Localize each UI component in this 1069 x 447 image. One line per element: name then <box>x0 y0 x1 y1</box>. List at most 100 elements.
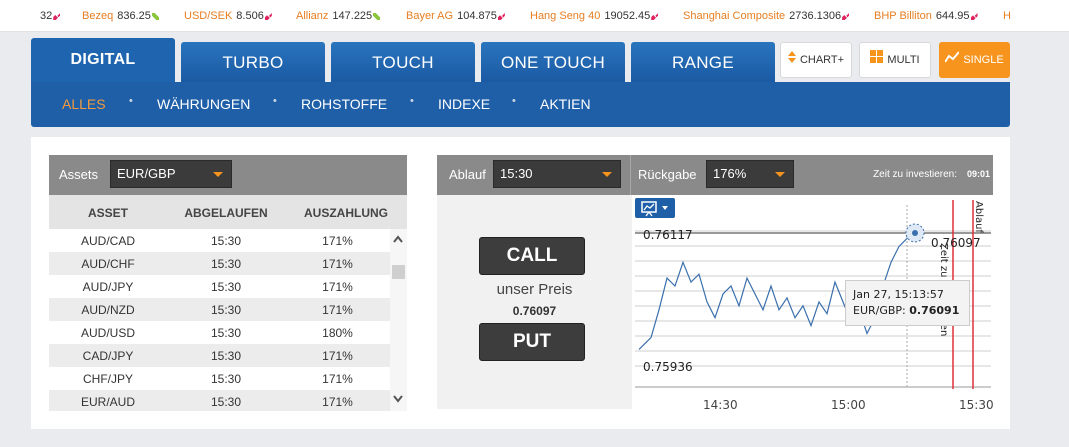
return-select[interactable]: 176% <box>706 160 794 188</box>
x-tick-label: 15:00 <box>831 398 866 411</box>
asset-expiry: 15:30 <box>210 349 242 363</box>
asset-expiry: 15:30 <box>210 326 242 340</box>
asset-payout: 171% <box>322 257 353 271</box>
ticker-name: Bezeq <box>82 10 114 22</box>
trend-line-icon <box>944 43 961 77</box>
asset-row[interactable]: CAD/JPY 15:30 171% <box>49 344 390 367</box>
asset-row[interactable]: CHF/JPY 15:30 171% <box>49 367 390 390</box>
assets-label: Assets <box>59 167 99 182</box>
return-select-value: 176% <box>713 166 747 181</box>
ticker-name: H <box>1003 10 1011 22</box>
asset-select-value: EUR/GBP <box>117 166 176 181</box>
asset-name: CHF/JPY <box>82 372 133 386</box>
ticker-name: Hang Seng 40 <box>530 10 601 22</box>
assets-table-body: EUR/AUD 15:30 171% CHF/JPY 15:30 171% CAD/JPY 1… <box>49 229 407 411</box>
category-waehrungen[interactable]: WÄHRUNGEN <box>157 96 250 112</box>
ticker-value: 32 <box>40 10 53 22</box>
tab-digital[interactable]: DIGITAL <box>31 38 175 82</box>
ticker-item[interactable]: 32 <box>40 10 61 22</box>
asset-expiry: 15:30 <box>210 372 242 386</box>
arrow-down-icon <box>497 13 505 20</box>
separator-dot: • <box>410 95 414 107</box>
ticker-item[interactable]: Bayer AG 104.875 <box>406 10 505 22</box>
ticker-value: 644.95 <box>935 10 970 22</box>
expiry-select[interactable]: 15:30 <box>493 160 621 188</box>
ticker-item[interactable]: Allianz 147.225 <box>296 10 381 22</box>
category-alles[interactable]: ALLES <box>62 96 106 112</box>
column-auszahlung: AUSZAHLUNG <box>304 206 388 220</box>
separator-dot: • <box>129 95 133 107</box>
arrow-down-icon <box>970 13 978 20</box>
x-tick-label: 14:30 <box>703 398 738 411</box>
asset-name: AUD/USD <box>80 326 135 340</box>
asset-row[interactable]: AUD/USD 15:30 180% <box>49 321 390 344</box>
asset-category-nav: ALLES • WÄHRUNGEN • ROHSTOFFE • INDEXE •… <box>31 82 1010 127</box>
multi-view-button[interactable]: MULTI <box>859 42 931 78</box>
asset-row[interactable]: EUR/AUD 15:30 171% <box>49 390 390 411</box>
category-indexe[interactable]: INDEXE <box>438 96 490 112</box>
trade-header: Ablauf 15:30 Rückgabe 176% Zeit zu inves… <box>437 155 993 195</box>
y-label-bottom: 0.75936 <box>643 360 693 374</box>
ticker-item[interactable]: Shanghai Composite 2736.1306 <box>683 10 850 22</box>
ticker-value: 19052.45 <box>604 10 651 22</box>
assets-scrollbar[interactable] <box>390 229 407 411</box>
ticker-name: Shanghai Composite <box>683 10 786 22</box>
ticker-value: 2736.1306 <box>789 10 842 22</box>
price-ticker: 32 Bezeq 836.25 USD/SEK 8.506 Allianz 147.225 B… <box>0 0 1069 32</box>
arrow-down-icon <box>842 13 850 20</box>
asset-row[interactable]: AUD/JPY 15:30 171% <box>49 275 390 298</box>
asset-select[interactable]: EUR/GBP <box>110 160 232 188</box>
put-button[interactable]: PUT <box>479 323 585 361</box>
ticker-item[interactable]: USD/SEK 8.506 <box>184 10 272 22</box>
ticker-value: 147.225 <box>332 10 373 22</box>
category-rohstoffe[interactable]: ROHSTOFFE <box>301 96 387 112</box>
header-divider <box>630 155 631 195</box>
sort-arrows-icon <box>787 43 796 77</box>
asset-row[interactable]: AUD/CHF 15:30 171% <box>49 252 390 275</box>
asset-expiry: 15:30 <box>210 257 242 271</box>
arrow-down-icon <box>53 13 61 20</box>
ticker-item[interactable]: Bezeq 836.25 <box>82 10 159 22</box>
assets-header: Assets EUR/GBP <box>49 155 407 195</box>
call-button[interactable]: CALL <box>479 237 585 275</box>
option-type-tabs: DIGITAL TURBO TOUCH UP/DOWN ONE TOUCH RA… <box>31 38 1010 114</box>
ticker-item[interactable]: BHP Billiton 644.95 <box>874 10 978 22</box>
current-point-marker <box>912 230 918 236</box>
order-box: CALL unser Preis 0.76097 PUT <box>437 195 632 409</box>
asset-row[interactable]: AUD/NZD 15:30 171% <box>49 298 390 321</box>
y-label-top: 0.76117 <box>643 228 693 242</box>
category-aktien[interactable]: AKTIEN <box>540 96 591 112</box>
scrollbar-thumb[interactable] <box>392 265 405 279</box>
tab-touch-up-down[interactable]: TOUCH UP/DOWN <box>331 42 475 114</box>
separator-dot: • <box>273 95 277 107</box>
expiry-select-value: 15:30 <box>500 166 533 181</box>
ticker-item[interactable]: H <box>1003 10 1015 22</box>
chevron-down-icon <box>775 172 785 177</box>
tooltip-time: Jan 27, 15:13:57 <box>853 288 944 301</box>
asset-payout: 171% <box>322 234 353 248</box>
invest-time-value: 09:01 <box>966 169 990 179</box>
tab-range[interactable]: RANGE <box>631 42 775 82</box>
asset-expiry: 15:30 <box>210 395 242 409</box>
tooltip-pair: EUR/GBP: <box>853 304 906 317</box>
asset-name: EUR/AUD <box>80 395 135 409</box>
arrow-down-icon <box>651 13 659 20</box>
assets-table-header: ASSET ABGELAUFEN AUSZAHLUNG <box>49 195 407 229</box>
assets-panel: Assets EUR/GBP ASSET ABGELAUFEN AUSZAHLU… <box>49 155 407 411</box>
scroll-up-icon[interactable] <box>393 233 403 243</box>
tooltip-value: 0.76091 <box>909 304 960 317</box>
ticker-item[interactable]: Hang Seng 40 19052.45 <box>530 10 659 22</box>
asset-row[interactable]: AUD/CAD 15:30 171% <box>49 229 390 252</box>
scroll-down-icon[interactable] <box>393 393 403 403</box>
single-view-button[interactable]: SINGLE <box>939 42 1010 78</box>
asset-payout: 171% <box>322 280 353 294</box>
asset-name: AUD/CHF <box>81 257 135 271</box>
asset-name: AUD/CAD <box>80 234 135 248</box>
tab-turbo[interactable]: TURBO <box>181 42 325 82</box>
arrow-down-icon <box>264 13 272 20</box>
grid-icon <box>870 43 884 77</box>
chart-plus-button[interactable]: CHART+ <box>780 42 852 78</box>
chevron-down-icon <box>602 172 612 177</box>
tab-one-touch[interactable]: ONE TOUCH <box>481 42 625 82</box>
ticker-name: Bayer AG <box>406 10 454 22</box>
